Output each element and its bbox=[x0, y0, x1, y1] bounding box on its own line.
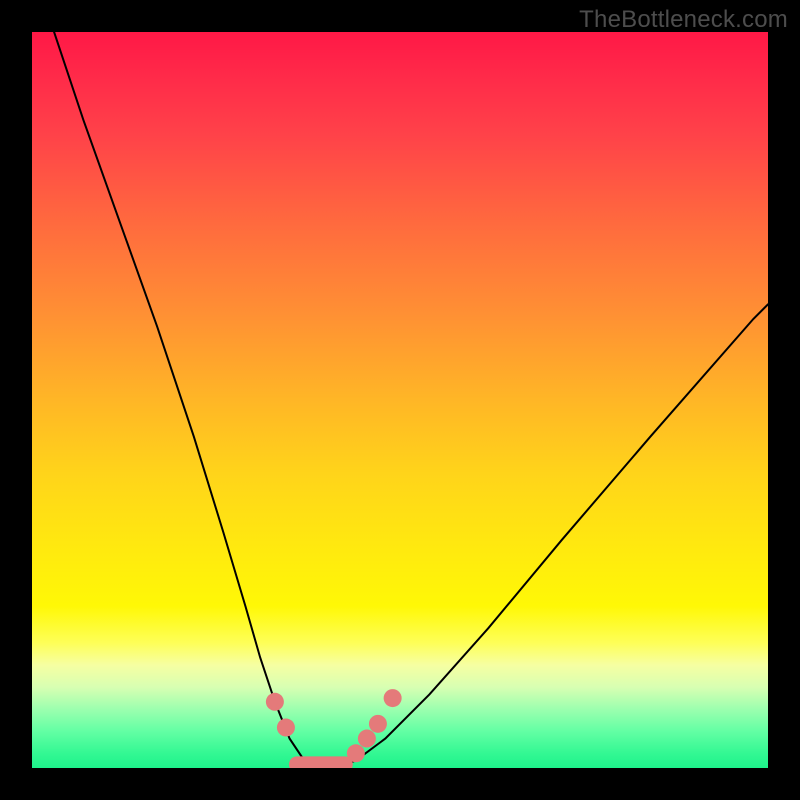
watermark-text: TheBottleneck.com bbox=[579, 6, 788, 34]
plot-area bbox=[32, 32, 768, 768]
marker-dots bbox=[266, 689, 402, 762]
left-dot-1 bbox=[266, 693, 284, 711]
curve-svg bbox=[32, 32, 768, 768]
right-dot-1 bbox=[347, 744, 365, 762]
right-dot-3 bbox=[369, 715, 387, 733]
right-dot-2 bbox=[358, 730, 376, 748]
right-dot-4 bbox=[384, 689, 402, 707]
left-dot-2 bbox=[277, 719, 295, 737]
bottleneck-curve bbox=[54, 32, 768, 768]
chart-frame: TheBottleneck.com bbox=[0, 0, 800, 800]
